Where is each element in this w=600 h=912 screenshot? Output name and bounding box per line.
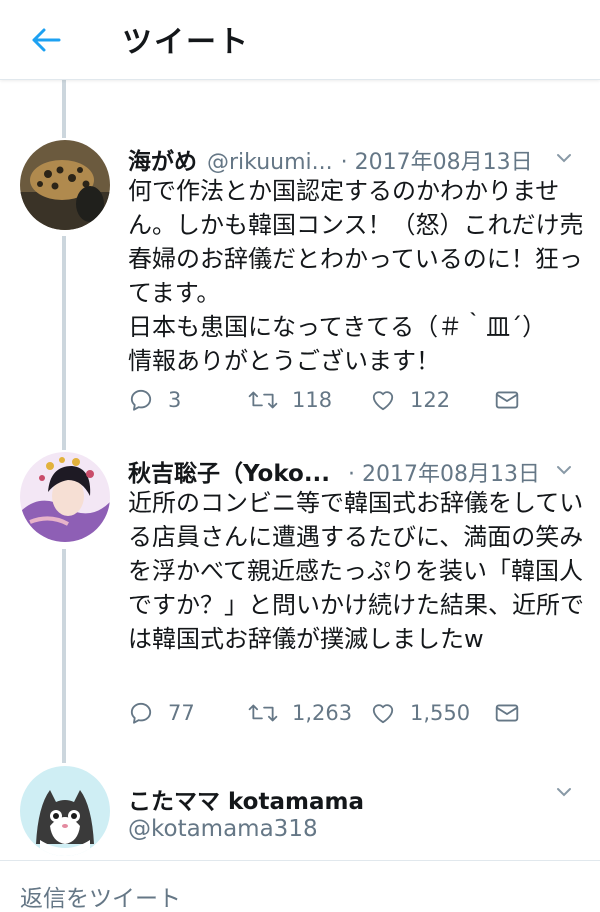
like-button[interactable]: 1,550 [370,700,494,726]
main-tweet-author[interactable]: こたママ kotamama @kotamama318 [0,764,600,860]
illustrated-avatar-image [20,452,110,542]
tweet-text: 何で作法とか国認定するのかわかりません。しかも韓国コンス！（怒）これだけ売春婦の… [128,177,584,375]
author-handle[interactable]: @kotamama318 [128,816,318,842]
tweet-actions: 3 118 122 [128,384,520,416]
reply-button[interactable]: 77 [128,700,248,726]
chevron-down-icon [557,154,571,163]
reply-bar: 返信をツイート [0,860,600,912]
tweet-menu-button[interactable] [554,460,574,480]
tweet-actions: 77 1,263 1,550 [128,697,520,729]
mail-icon [495,391,519,409]
arrow-left-icon [32,28,61,52]
heart-icon [372,391,394,411]
retweet-icon [248,391,278,409]
retweet-count: 118 [292,388,333,412]
retweet-count: 1,263 [292,701,353,725]
tweet-date[interactable]: · 2017年08月13日 [348,456,540,488]
reply-count: 77 [168,701,195,725]
retweet-button[interactable]: 1,263 [248,700,370,726]
like-button[interactable]: 122 [370,387,494,413]
author-name[interactable]: 海がめ [128,142,197,176]
tweet-date[interactable]: · 2017年08月13日 [341,144,533,176]
thread-line [62,80,66,138]
reply-button[interactable]: 3 [128,387,248,413]
back-button[interactable] [22,20,70,60]
reply-icon [130,389,152,411]
tweet-menu-button[interactable] [554,782,574,802]
retweet-icon [248,704,278,722]
reply-icon [130,702,152,724]
tweet-header: 秋吉聡子（Yoko... · 2017年08月13日 [128,454,540,488]
heart-icon [372,704,394,724]
tweet-header: 海がめ @rikuumi... · 2017年08月13日 [128,142,533,176]
cat-avatar-image [20,766,110,856]
chevron-down-icon [557,466,571,475]
chevron-down-icon [557,788,571,797]
leopard-avatar-image [20,140,110,230]
author-name[interactable]: 秋吉聡子（Yoko... [128,454,330,488]
reply-count: 3 [168,388,182,412]
main-tweet-header: こたママ kotamama [128,782,364,816]
avatar[interactable] [20,452,110,542]
dm-button[interactable] [494,700,520,726]
mail-icon [495,704,519,722]
like-count: 122 [410,388,451,412]
avatar[interactable] [20,140,110,230]
page-title: ツイート [122,25,250,60]
tweet-item[interactable]: 海がめ @rikuumi... · 2017年08月13日 何で作法とか国認定す… [0,140,600,440]
tweet-item[interactable]: 秋吉聡子（Yoko... · 2017年08月13日 近所のコンビニ等で韓国式お… [0,452,600,752]
avatar[interactable] [20,766,110,856]
display-name[interactable]: こたママ kotamama [128,782,364,816]
tweet-text: 近所のコンビニ等で韓国式お辞儀をしている店員さんに遭遇するたびに、満面の笑みを浮… [128,489,584,653]
reply-input[interactable]: 返信をツイート [20,879,181,912]
author-handle[interactable]: @rikuumi... [207,150,333,175]
retweet-button[interactable]: 118 [248,387,370,413]
tweet-menu-button[interactable] [554,148,574,168]
dm-button[interactable] [494,387,520,413]
like-count: 1,550 [410,701,471,725]
top-bar: ツイート [0,0,600,80]
